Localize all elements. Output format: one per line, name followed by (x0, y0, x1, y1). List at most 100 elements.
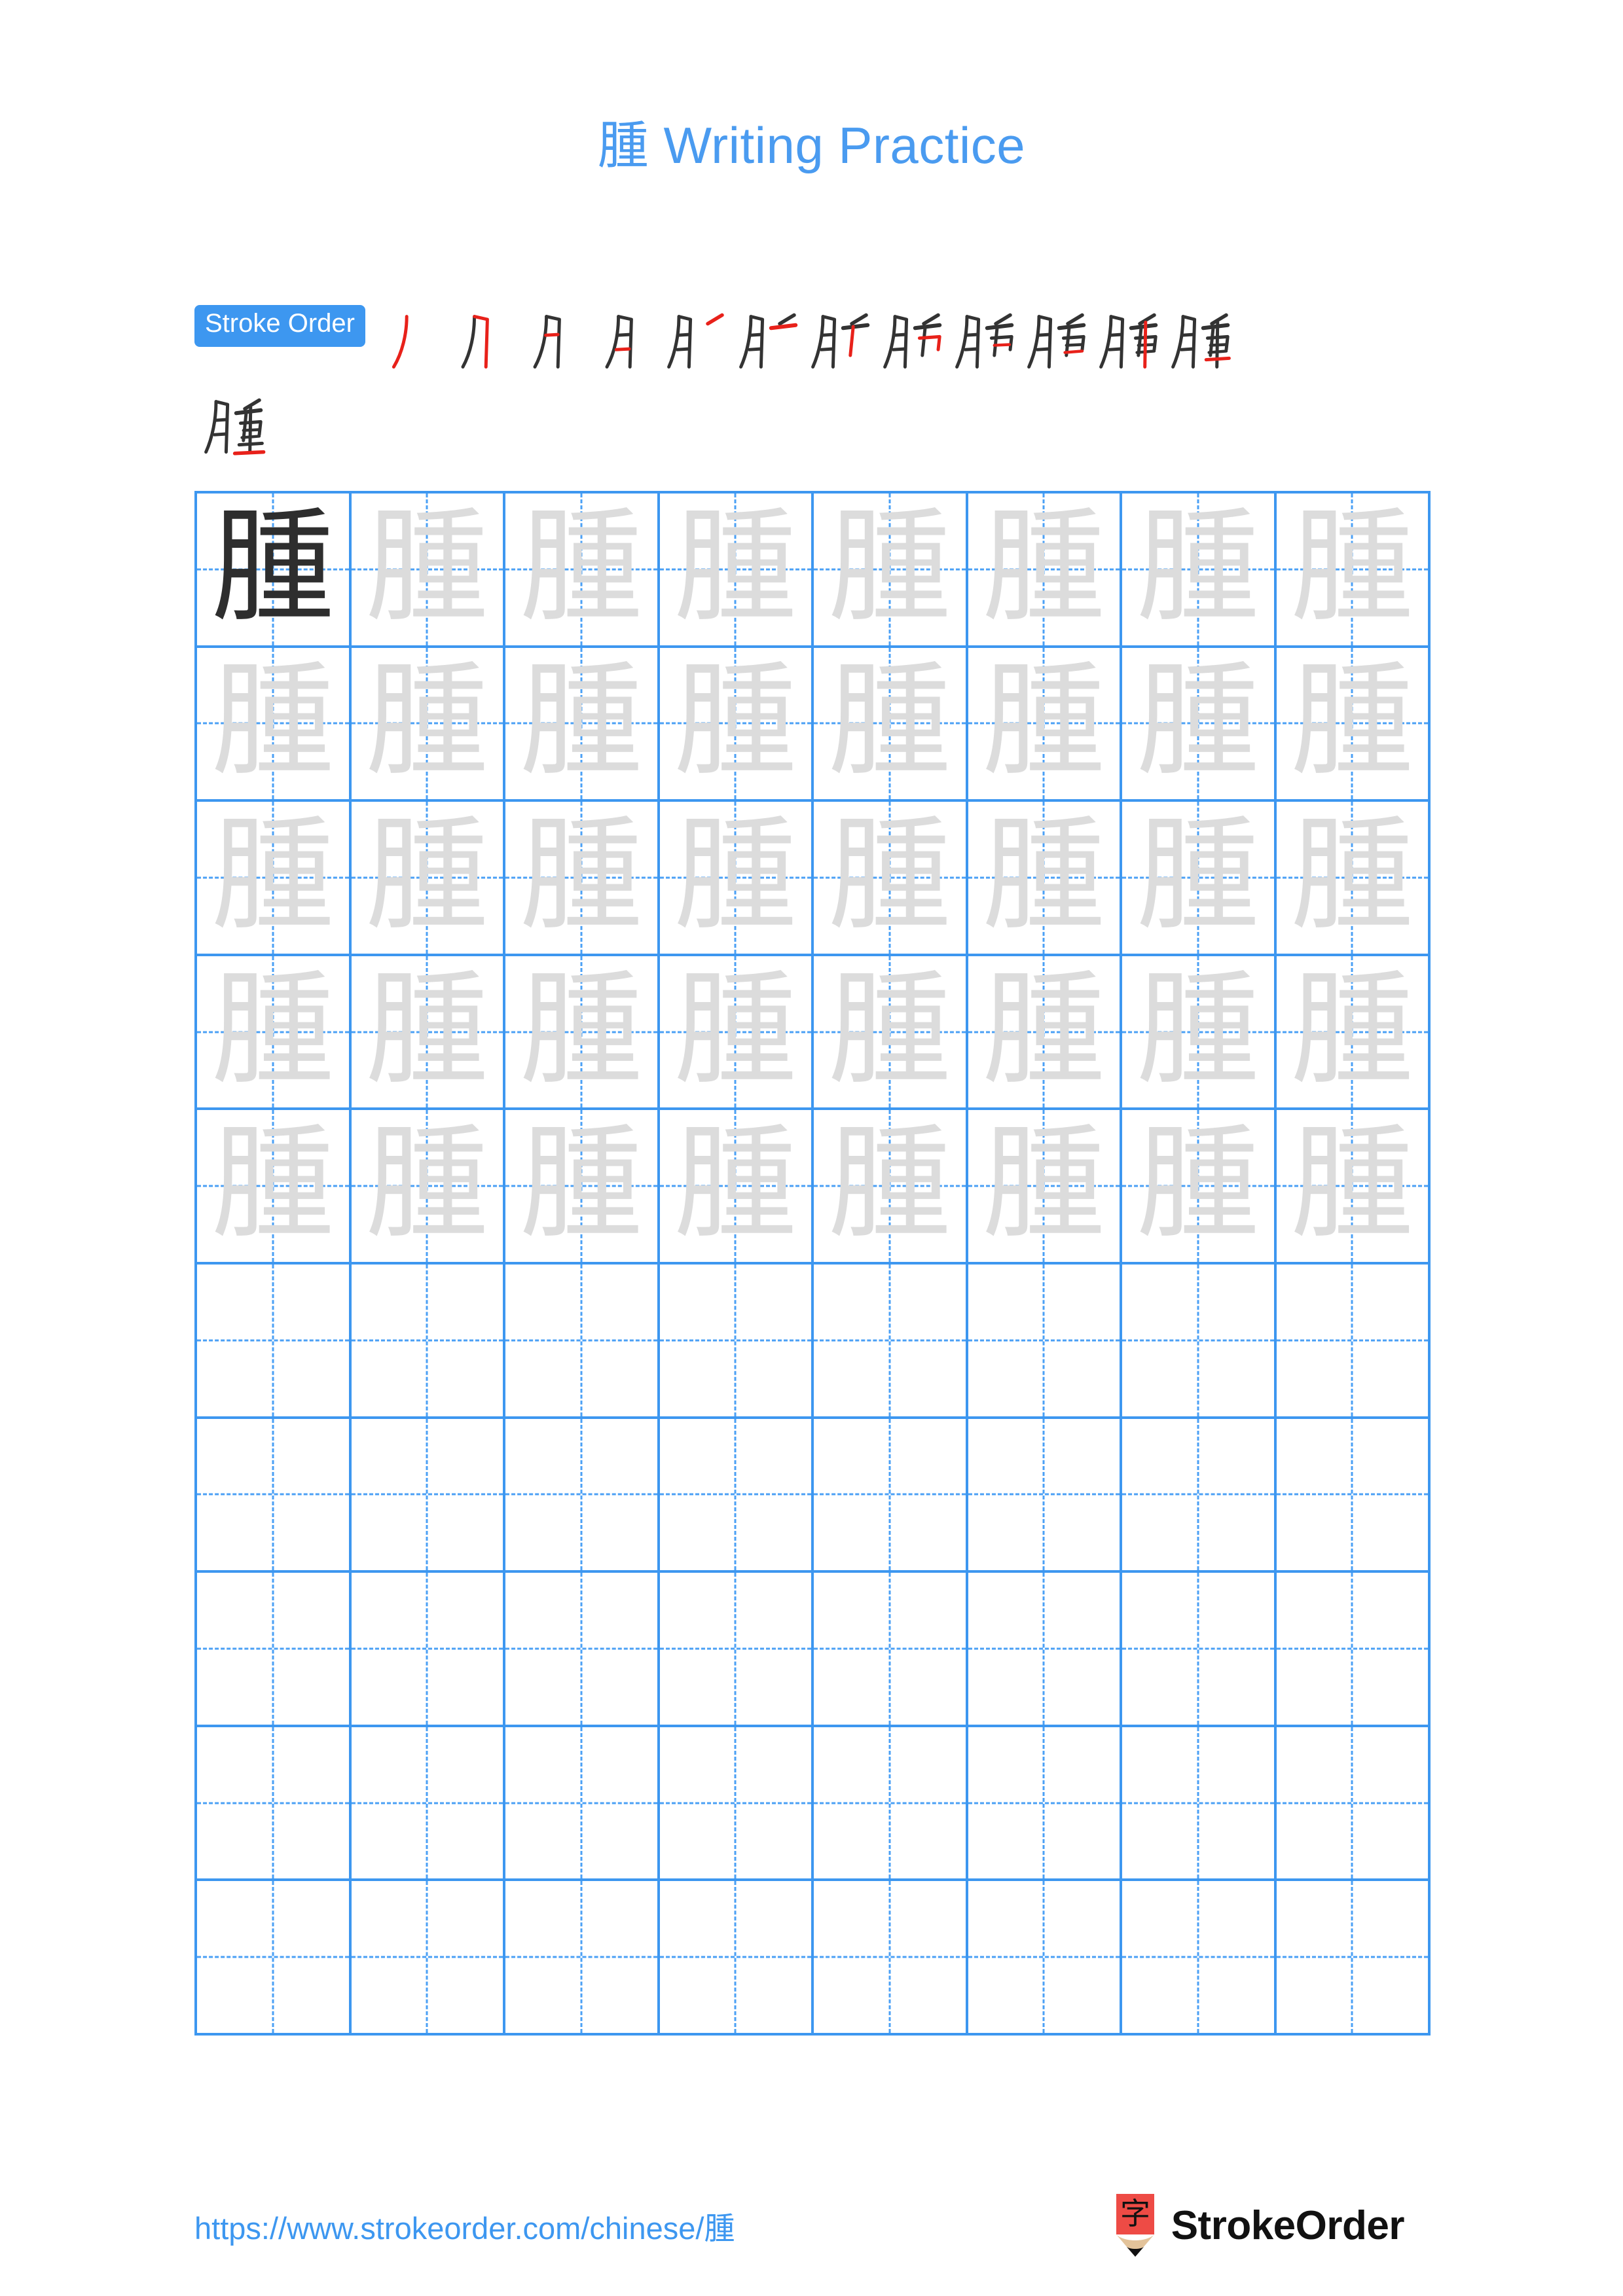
practice-cell[interactable] (659, 1573, 814, 1727)
practice-cell[interactable] (1122, 1418, 1277, 1573)
practice-cell[interactable]: 腫 (1122, 493, 1277, 648)
practice-cell[interactable]: 腫 (197, 493, 352, 648)
practice-cell[interactable]: 腫 (505, 1110, 660, 1265)
practice-cell[interactable] (505, 1265, 660, 1419)
practice-cell[interactable] (1122, 1881, 1277, 2036)
practice-cell[interactable]: 腫 (197, 1110, 352, 1265)
stroke-step-6-icon (739, 313, 798, 369)
practice-cell[interactable] (659, 1881, 814, 2036)
practice-cell[interactable]: 腫 (351, 956, 505, 1111)
practice-cell[interactable] (968, 1727, 1122, 1882)
practice-cell[interactable]: 腫 (505, 956, 660, 1111)
practice-cell[interactable] (351, 1418, 505, 1573)
practice-cell[interactable]: 腫 (659, 493, 814, 648)
practice-cell[interactable] (1276, 1727, 1431, 1882)
practice-cell[interactable]: 腫 (1122, 956, 1277, 1111)
practice-cell[interactable]: 腫 (351, 647, 505, 802)
practice-cell[interactable] (197, 1418, 352, 1573)
trace-character: 腫 (828, 803, 951, 947)
practice-cell[interactable]: 腫 (1276, 493, 1431, 648)
stroke-order-badge: Stroke Order (194, 305, 365, 347)
practice-cell[interactable]: 腫 (659, 1110, 814, 1265)
practice-cell[interactable]: 腫 (351, 802, 505, 956)
page-title: 腫 Writing Practice (0, 105, 1623, 178)
trace-character: 腫 (674, 803, 797, 947)
practice-cell[interactable] (968, 1881, 1122, 2036)
stroke-step-8 (873, 305, 945, 377)
practice-cell[interactable]: 腫 (968, 647, 1122, 802)
practice-cell[interactable]: 腫 (1276, 1110, 1431, 1265)
practice-cell[interactable]: 腫 (814, 802, 968, 956)
practice-cell[interactable] (1276, 1573, 1431, 1727)
practice-cell[interactable]: 腫 (659, 647, 814, 802)
practice-cell[interactable] (1276, 1265, 1431, 1419)
practice-cell[interactable] (1122, 1573, 1277, 1727)
practice-cell[interactable]: 腫 (1276, 956, 1431, 1111)
practice-cell[interactable]: 腫 (351, 1110, 505, 1265)
practice-cell[interactable]: 腫 (814, 956, 968, 1111)
stroke-order-section: Stroke Order (194, 305, 1438, 462)
practice-cell[interactable]: 腫 (814, 647, 968, 802)
practice-cell[interactable] (659, 1727, 814, 1882)
practice-cell[interactable] (814, 1881, 968, 2036)
stroke-step-5 (657, 305, 729, 377)
practice-cell[interactable]: 腫 (505, 493, 660, 648)
practice-cell[interactable] (505, 1727, 660, 1882)
practice-cell[interactable]: 腫 (814, 1110, 968, 1265)
practice-cell[interactable] (1122, 1727, 1277, 1882)
practice-cell[interactable]: 腫 (1122, 647, 1277, 802)
practice-cell[interactable] (351, 1881, 505, 2036)
practice-cell[interactable]: 腫 (968, 1110, 1122, 1265)
trace-character: 腫 (1136, 1112, 1260, 1256)
practice-cell[interactable]: 腫 (505, 802, 660, 956)
practice-cell[interactable]: 腫 (197, 802, 352, 956)
practice-cell[interactable] (814, 1727, 968, 1882)
practice-cell[interactable]: 腫 (1276, 647, 1431, 802)
practice-cell[interactable] (197, 1727, 352, 1882)
practice-cell[interactable]: 腫 (968, 956, 1122, 1111)
trace-character: 腫 (365, 1112, 489, 1256)
practice-cell[interactable] (968, 1418, 1122, 1573)
practice-cell[interactable] (968, 1573, 1122, 1727)
practice-cell[interactable] (814, 1573, 968, 1727)
practice-cell[interactable] (351, 1265, 505, 1419)
practice-cell[interactable] (505, 1881, 660, 2036)
practice-cell[interactable]: 腫 (968, 493, 1122, 648)
practice-cell[interactable]: 腫 (197, 647, 352, 802)
practice-cell[interactable] (1122, 1265, 1277, 1419)
practice-cell[interactable] (197, 1265, 352, 1419)
trace-character: 腫 (674, 958, 797, 1102)
stroke-step-4-icon (605, 315, 633, 369)
stroke-step-11 (1089, 305, 1161, 377)
stroke-step-6 (729, 305, 801, 377)
practice-cell[interactable]: 腫 (197, 956, 352, 1111)
trace-character: 腫 (1290, 958, 1414, 1102)
page-footer: https://www.strokeorder.com/chinese/腫 字 … (194, 2186, 1431, 2265)
practice-cell[interactable] (659, 1265, 814, 1419)
practice-cell[interactable]: 腫 (505, 647, 660, 802)
practice-cell[interactable] (197, 1881, 352, 2036)
practice-cell[interactable]: 腫 (659, 956, 814, 1111)
practice-cell[interactable] (1276, 1881, 1431, 2036)
practice-cell[interactable] (814, 1265, 968, 1419)
practice-cell[interactable] (1276, 1418, 1431, 1573)
practice-cell[interactable]: 腫 (659, 802, 814, 956)
practice-cell[interactable]: 腫 (1122, 802, 1277, 956)
stroke-step-9 (945, 305, 1017, 377)
practice-cell[interactable] (351, 1573, 505, 1727)
practice-cell[interactable] (505, 1418, 660, 1573)
practice-cell[interactable] (968, 1265, 1122, 1419)
practice-cell[interactable]: 腫 (1276, 802, 1431, 956)
practice-cell[interactable]: 腫 (814, 493, 968, 648)
practice-cell[interactable]: 腫 (968, 802, 1122, 956)
source-url-link[interactable]: https://www.strokeorder.com/chinese/腫 (194, 2203, 735, 2248)
practice-cell[interactable]: 腫 (1122, 1110, 1277, 1265)
practice-cell[interactable] (814, 1418, 968, 1573)
trace-character: 腫 (1290, 649, 1414, 793)
practice-cell[interactable] (197, 1573, 352, 1727)
practice-cell[interactable] (659, 1418, 814, 1573)
practice-cell[interactable] (505, 1573, 660, 1727)
trace-character: 腫 (211, 803, 335, 947)
practice-cell[interactable] (351, 1727, 505, 1882)
practice-cell[interactable]: 腫 (351, 493, 505, 648)
